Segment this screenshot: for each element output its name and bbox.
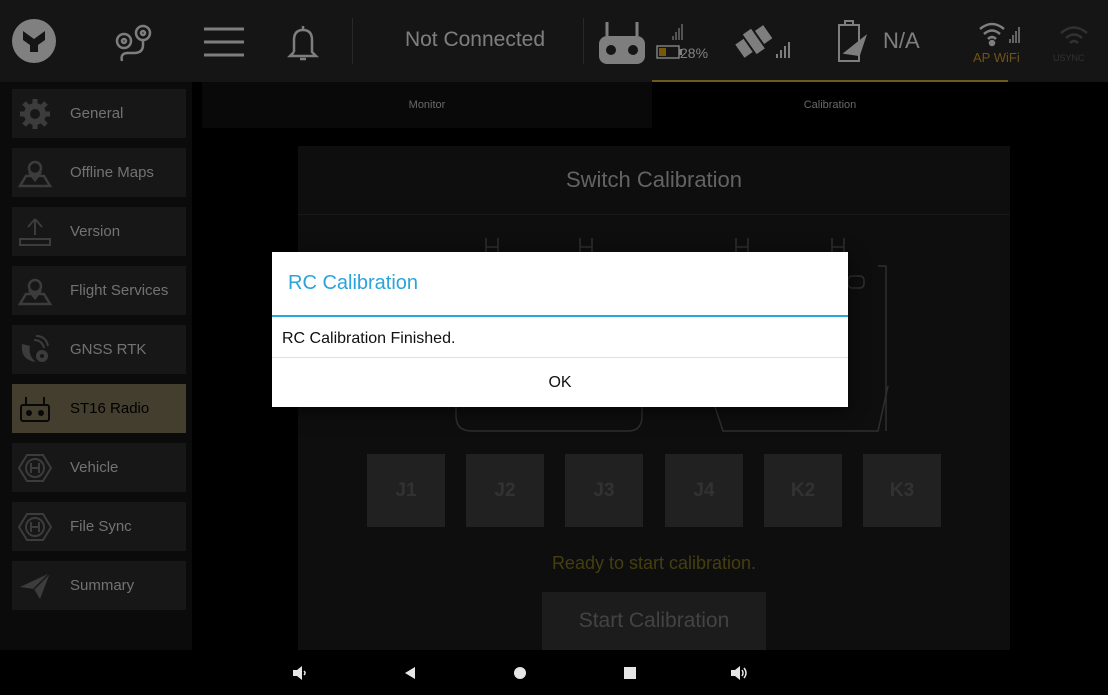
- dialog-message: RC Calibration Finished.: [282, 330, 456, 347]
- recents-icon[interactable]: [615, 650, 645, 695]
- volume-up-icon[interactable]: [725, 650, 755, 695]
- ok-button[interactable]: OK: [272, 358, 848, 407]
- dialog-title-divider: [272, 315, 848, 317]
- rc-calibration-dialog: RC Calibration RC Calibration Finished. …: [272, 252, 848, 407]
- back-icon[interactable]: [395, 650, 425, 695]
- dialog-title: RC Calibration: [288, 272, 419, 294]
- home-icon[interactable]: [505, 650, 535, 695]
- volume-down-icon[interactable]: [285, 650, 315, 695]
- system-nav-bar: [0, 650, 1108, 695]
